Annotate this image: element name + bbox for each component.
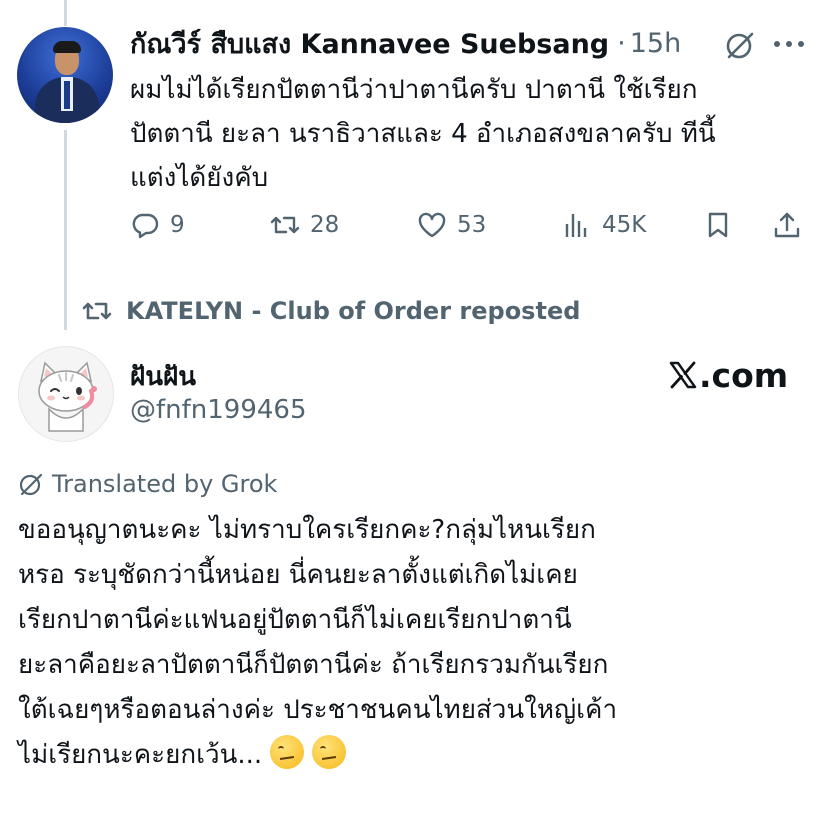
tweet-text-line: ใต้เฉยๆหรือตอนล่างค่ะ ประชาชนคนไทยส่วนให…	[18, 695, 618, 725]
bookmark-button[interactable]	[703, 204, 733, 246]
tweet-text: ผมไม่ได้เรียกปัตตานีว่าปาตานีครับ ปาตานี…	[130, 68, 810, 200]
grok-icon	[19, 473, 43, 496]
views-count: 45K	[602, 212, 647, 238]
bookmark-icon	[708, 212, 728, 238]
views-button[interactable]: 45K	[562, 204, 646, 246]
repost-label: KATELYN - Club of Order reposted	[126, 297, 581, 325]
repost-icon	[82, 302, 112, 320]
like-count: 53	[457, 212, 487, 238]
tweet-text-line: ผมไม่ได้เรียกปัตตานีว่าปาตานีครับ ปาตานี…	[130, 75, 698, 105]
tweet-header: กัณวีร์ สืบแสง Kannavee Suebsang · 15h	[130, 23, 681, 63]
repost-button[interactable]: 28	[270, 204, 339, 246]
x-com-watermark: .com	[668, 355, 788, 395]
translated-by-grok[interactable]: Translated by Grok	[18, 466, 277, 502]
x-logo-icon	[669, 361, 697, 389]
tweet-text-line: หรอ ระบุชัดกว่านี้หน่อย นี่คนยะลาตั้งแต่…	[18, 560, 578, 590]
repost-count: 28	[310, 212, 340, 238]
tweet-text-line: ไม่เรียกนะคะยกเว้น...	[18, 740, 263, 770]
tweet-text-line: ปัตตานี ยะลา นราธิวาสและ 4 อำเภอสงขลาครั…	[130, 119, 716, 149]
tweet-text: ขออนุญาตนะคะ ไม่ทราบใครเรียกคะ?กลุ่มไหนเ…	[18, 508, 818, 778]
raised-eyebrow-emoji-icon	[270, 735, 305, 769]
views-icon	[565, 214, 587, 237]
like-icon	[418, 212, 446, 238]
header-separator: ·	[617, 27, 626, 59]
tweet-text-line: ยะลาคือยะลาปัตตานีก็ปัตตานีค่ะ ถ้าเรียกร…	[18, 650, 609, 680]
tweet-text-line: เรียกปาตานีค่ะแฟนอยู่ปัตตานีก็ไม่เคยเรีย…	[18, 605, 572, 635]
author-name[interactable]: กัณวีร์ สืบแสง Kannavee Suebsang	[130, 22, 609, 65]
avatar[interactable]	[18, 346, 114, 442]
author-handle[interactable]: @fnfn199465	[130, 395, 307, 425]
action-bar: 9 28 53 45K	[130, 204, 810, 246]
grok-icon[interactable]	[724, 29, 756, 61]
repost-indicator[interactable]: KATELYN - Club of Order reposted	[82, 292, 580, 330]
repost-icon	[270, 216, 300, 234]
like-button[interactable]: 53	[417, 204, 486, 246]
avatar[interactable]	[17, 27, 113, 123]
cat-avatar-icon	[38, 361, 97, 432]
thread-line-connector	[64, 130, 67, 330]
tweet-text-line: ขออนุญาตนะคะ ไม่ทราบใครเรียกคะ?กลุ่มไหนเ…	[18, 515, 596, 545]
share-icon	[774, 212, 800, 238]
more-icon[interactable]	[774, 41, 804, 49]
translated-label: Translated by Grok	[52, 470, 278, 498]
tweet-time[interactable]: 15h	[630, 28, 681, 59]
raised-eyebrow-emoji-icon	[312, 735, 347, 769]
reply-count: 9	[170, 212, 185, 238]
tweet-text-line: แต่งได้ยังคับ	[130, 163, 269, 193]
author-name[interactable]: ฝันฝัน	[130, 356, 196, 397]
reply-button[interactable]: 9	[130, 204, 185, 246]
watermark-text: .com	[699, 355, 789, 395]
reply-icon	[132, 213, 159, 239]
share-button[interactable]	[772, 204, 802, 246]
thread-line-top	[64, 0, 67, 26]
